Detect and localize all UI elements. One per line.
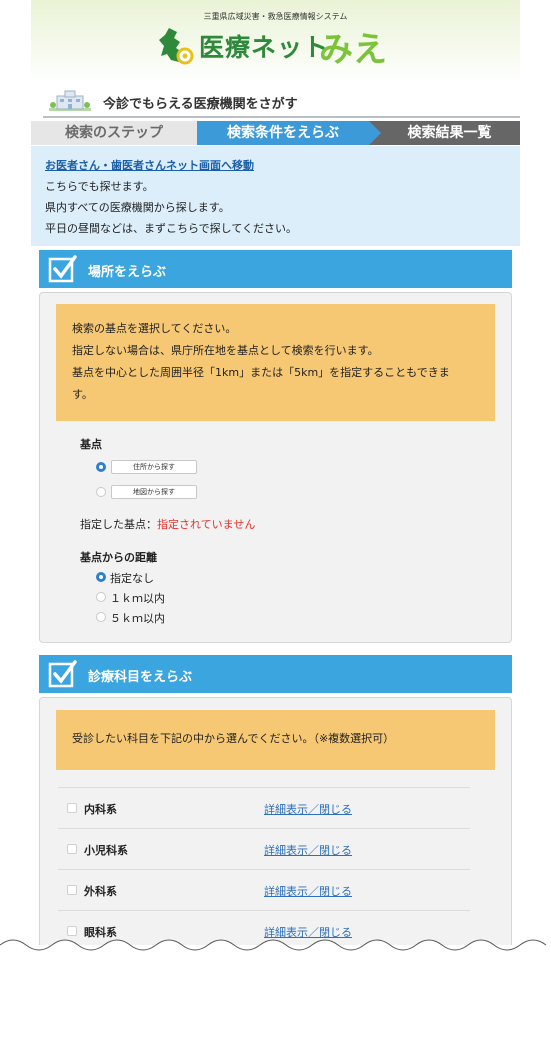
alt-search-info: お医者さん・歯医者さんネット画面へ移動 こちらでも探せます。 県内すべての医療機… [31,146,520,246]
info-line: こちらでも探せます。 [45,180,154,193]
checkmark-icon [48,255,77,283]
distance-label: 基点からの距離 [80,551,157,564]
distance-radio-1km[interactable] [96,592,106,602]
distance-option-label: ５ｋｍ以内 [110,612,165,625]
dept-detail-toggle[interactable]: 詳細表示／閉じる [264,883,352,899]
dept-detail-toggle[interactable]: 詳細表示／閉じる [264,801,352,817]
logo-script-text: みえ [319,30,387,70]
page: 三重県広域災害・救急医療情報システム 医療ネット みえ 今診でもらえる医療機関を… [31,0,520,945]
base-label: 基点 [80,438,102,451]
dept-name: 内科系 [84,803,117,816]
dept-detail-toggle[interactable]: 詳細表示／閉じる [264,842,352,858]
specified-base-label: 指定した基点： [80,518,157,531]
dept-checkbox[interactable] [67,803,77,813]
dept-name: 外科系 [84,885,117,898]
dept-panel: 受診したい科目を下記の中から選んでください。（※複数選択可） 内科系 詳細表示／… [39,697,512,945]
info-line: 県内すべての医療機関から探します。 [45,201,230,214]
map-search-button[interactable]: 地図から探す [111,485,197,499]
address-search-button[interactable]: 住所から探す [111,460,197,474]
distance-radio-5km[interactable] [96,612,106,622]
dept-name: 小児科系 [84,844,128,857]
dept-row: 小児科系 詳細表示／閉じる [58,828,470,869]
doctor-net-link[interactable]: お医者さん・歯医者さんネット画面へ移動 [45,159,254,172]
specified-base: 指定した基点：指定されていません [80,516,255,532]
logo-text: 医療ネット [199,33,330,62]
search-steps: 検索のステップ 検索条件をえらぶ 検索結果一覧 [31,121,520,145]
site-header: 三重県広域災害・救急医療情報システム 医療ネット みえ [31,0,520,84]
checkmark-icon [48,660,77,688]
distance-radio-none[interactable] [96,572,106,582]
dept-checkbox[interactable] [67,885,77,895]
dept-instructions: 受診したい科目を下記の中から選んでください。（※複数選択可） [56,710,495,770]
header-tagline: 三重県広域災害・救急医療情報システム [203,12,348,21]
place-instructions: 検索の基点を選択してください。 指定しない場合は、県庁所在地を基点として検索を行… [56,304,495,421]
info-line: 平日の昼間などは、まずこちらで探してください。 [45,222,298,235]
section-heading: 今診でもらえる医療機関をさがす [31,84,520,118]
distance-option-label: １ｋｍ以内 [110,592,165,605]
section-underline [43,116,520,118]
distance-option-label: 指定なし [110,572,154,585]
place-panel: 検索の基点を選択してください。 指定しない場合は、県庁所在地を基点として検索を行… [39,292,512,643]
mie-map-logo-icon [159,28,194,65]
dept-row: 内科系 詳細表示／閉じる [58,787,470,828]
base-radio-address[interactable] [96,462,106,472]
step-results: 検索結果一覧 [369,121,520,145]
hospital-building-icon [49,90,91,111]
torn-edge-divider [0,939,551,965]
specified-base-value: 指定されていません [157,518,256,531]
step-label: 検索のステップ [31,121,207,145]
place-section-bar: 場所をえらぶ [39,250,512,288]
dept-section-title: 診療科目をえらぶ [88,670,193,685]
site-logo[interactable]: 医療ネット みえ [155,22,405,70]
step-select-conditions: 検索条件をえらぶ [197,121,381,145]
place-section-title: 場所をえらぶ [88,265,167,280]
section-title: 今診でもらえる医療機関をさがす [103,97,298,112]
dept-row: 外科系 詳細表示／閉じる [58,869,470,910]
dept-checkbox[interactable] [67,844,77,854]
dept-section-bar: 診療科目をえらぶ [39,655,512,693]
base-radio-map[interactable] [96,487,106,497]
